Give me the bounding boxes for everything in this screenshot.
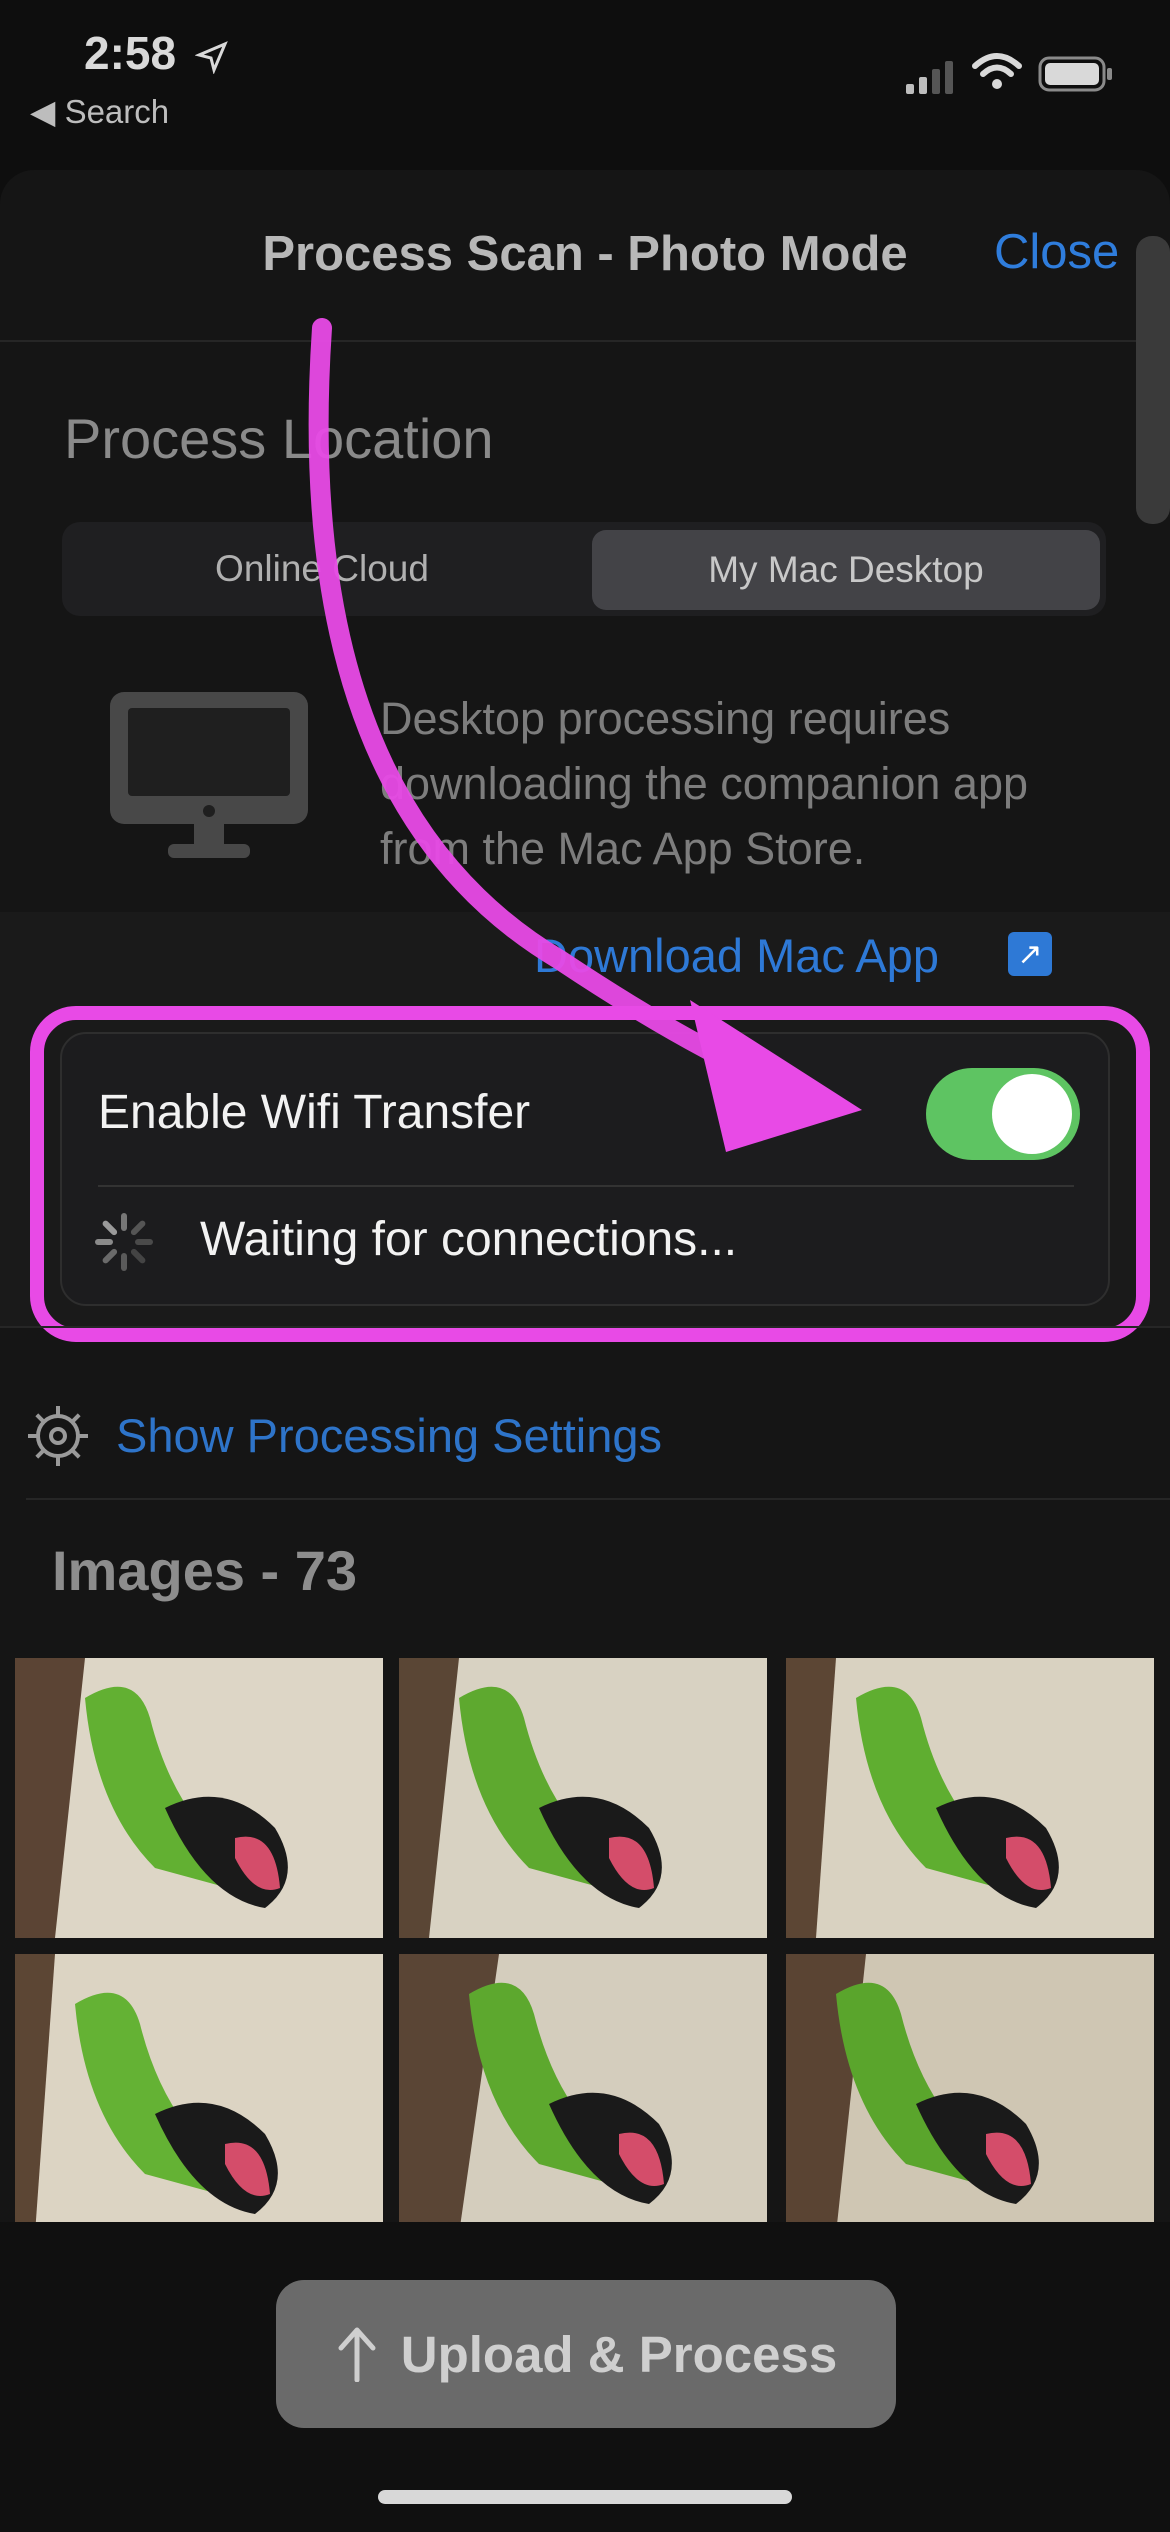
image-thumbnail[interactable] bbox=[15, 1658, 383, 1938]
image-thumbnail[interactable] bbox=[399, 1658, 767, 1938]
status-time: 2:58 bbox=[84, 26, 229, 80]
image-thumbnail[interactable] bbox=[15, 1954, 383, 2234]
upload-and-process-button[interactable]: Upload & Process bbox=[276, 2280, 896, 2428]
segment-my-mac-desktop[interactable]: My Mac Desktop bbox=[592, 530, 1100, 610]
image-thumbnail[interactable] bbox=[786, 1954, 1154, 2234]
cellular-signal-icon bbox=[906, 61, 953, 94]
toucan-photo bbox=[15, 1658, 383, 1938]
image-thumbnail[interactable] bbox=[399, 1954, 767, 2234]
battery-icon bbox=[1038, 56, 1112, 92]
show-processing-settings-link[interactable]: Show Processing Settings bbox=[116, 1408, 662, 1463]
process-location-title: Process Location bbox=[64, 407, 494, 470]
desktop-computer-icon bbox=[110, 692, 308, 858]
back-to-search-button[interactable]: ◀ Search bbox=[30, 92, 169, 131]
status-time-text: 2:58 bbox=[84, 27, 177, 79]
external-link-icon[interactable]: ↗ bbox=[1008, 932, 1052, 976]
annotation-highlight-box bbox=[30, 1006, 1150, 1342]
gear-icon[interactable] bbox=[26, 1404, 90, 1468]
desktop-processing-description: Desktop processing requires downloading … bbox=[380, 693, 1028, 874]
section-divider bbox=[26, 1498, 1170, 1500]
upload-button-label: Upload & Process bbox=[400, 2325, 838, 2383]
toucan-photo bbox=[786, 1954, 1154, 2234]
toucan-photo bbox=[399, 1658, 767, 1938]
scroll-indicator[interactable] bbox=[1136, 236, 1170, 524]
back-label: Search bbox=[64, 93, 170, 130]
toucan-photo bbox=[15, 1954, 383, 2234]
wifi-signal-icon bbox=[972, 53, 1022, 89]
home-indicator[interactable] bbox=[378, 2490, 792, 2504]
segment-online-cloud[interactable]: Online Cloud bbox=[62, 522, 582, 616]
close-button[interactable]: Close bbox=[994, 224, 1119, 280]
section-divider bbox=[0, 1326, 1170, 1328]
image-thumbnail[interactable] bbox=[786, 1658, 1154, 1938]
download-mac-app-link[interactable]: Download Mac App bbox=[534, 928, 939, 983]
upload-arrow-icon bbox=[338, 2327, 376, 2382]
back-triangle-icon: ◀ bbox=[30, 93, 56, 130]
toucan-photo bbox=[399, 1954, 767, 2234]
images-count-title: Images - 73 bbox=[52, 1539, 358, 1602]
location-arrow-icon bbox=[194, 41, 228, 75]
toucan-photo bbox=[786, 1658, 1154, 1938]
